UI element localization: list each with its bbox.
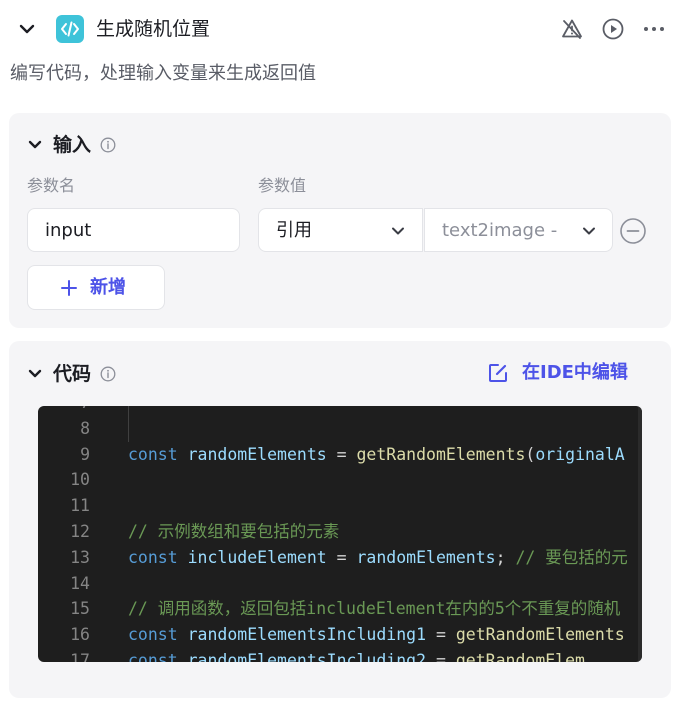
code-panel: 代码 在IDE中编辑 7 8 9 const randomElements = get… <box>9 341 671 698</box>
code-line[interactable]: 11 <box>38 493 642 519</box>
code-token: ( <box>525 444 536 464</box>
line-number: 11 <box>70 496 90 516</box>
line-number: 13 <box>70 547 90 567</box>
reference-value-select[interactable]: text2image - <box>424 208 613 252</box>
param-value-label: 参数值 <box>258 176 307 195</box>
code-line[interactable]: 14 <box>38 571 642 597</box>
input-section-title: 输入 <box>53 134 92 156</box>
line-code: const includeElement = randomElements; /… <box>128 545 628 571</box>
chevron-down-icon[interactable] <box>25 364 45 384</box>
code-line[interactable]: 8 <box>38 416 642 442</box>
code-token: = <box>426 651 456 662</box>
code-token: // 调用函数，返回包括includeElement在内的5个不重复的随机 <box>128 599 621 619</box>
line-number: 16 <box>70 625 90 645</box>
param-name-value: input <box>45 220 92 241</box>
code-icon <box>56 15 84 43</box>
code-line[interactable]: 13 const includeElement = randomElements;… <box>38 545 642 571</box>
code-token: const <box>128 651 178 662</box>
code-token: // 示例数组和要包括的元素 <box>128 522 340 541</box>
line-code: const randomElementsIncluding2 = getRand… <box>128 648 585 662</box>
chevron-down-icon[interactable] <box>16 18 38 40</box>
code-token: includeElement <box>187 547 327 567</box>
line-number: 8 <box>80 418 90 438</box>
node-header: 生成随机位置 <box>0 0 684 58</box>
param-name-input[interactable]: input <box>27 208 240 252</box>
chevron-down-icon <box>583 227 595 235</box>
chevron-down-icon[interactable] <box>25 135 45 155</box>
code-line[interactable]: 9 const randomElements = getRandomElement… <box>38 442 642 468</box>
code-token: ; <box>495 547 516 567</box>
code-token: = <box>326 547 357 567</box>
line-code: const randomElementsIncluding1 = getRand… <box>128 622 625 648</box>
code-section-title: 代码 <box>53 363 92 385</box>
code-token: getRandomElements <box>356 444 526 464</box>
param-name-label: 参数名 <box>27 176 76 195</box>
input-panel: 输入 参数名 参数值 input 引用 text2image - 新增 <box>9 113 671 328</box>
code-editor[interactable]: 7 8 9 const randomElements = getRandomEleme… <box>38 406 642 662</box>
code-token: randomElements <box>187 444 327 464</box>
more-icon[interactable] <box>642 17 666 41</box>
code-token: randomElements <box>356 547 496 567</box>
code-token: randomElementsIncluding2 <box>187 651 427 662</box>
edit-icon <box>489 364 507 382</box>
code-line[interactable]: 12 // 示例数组和要包括的元素 <box>38 519 642 545</box>
line-number: 7 <box>38 406 90 416</box>
line-code: // 调用函数，返回包括includeElement在内的5个不重复的随机 <box>128 596 620 622</box>
code-line[interactable]: 16 const randomElementsIncluding1 = getRa… <box>38 622 642 648</box>
code-token: const <box>128 547 178 567</box>
value-type-select[interactable]: 引用 <box>258 208 423 252</box>
remove-param-icon[interactable] <box>619 217 647 245</box>
code-token: const <box>128 625 178 645</box>
line-number: 12 <box>70 522 90 541</box>
info-icon[interactable] <box>100 366 116 382</box>
line-number: 15 <box>70 599 90 619</box>
code-token: randomElementsIncluding1 <box>187 625 427 645</box>
line-number: 10 <box>70 470 90 490</box>
plus-icon <box>61 280 77 296</box>
add-param-label: 新增 <box>90 277 126 298</box>
info-icon[interactable] <box>100 137 116 153</box>
code-line[interactable]: 17 const randomElementsIncluding2 = getRa… <box>38 648 642 662</box>
node-title[interactable]: 生成随机位置 <box>96 16 210 42</box>
code-line[interactable]: 7 <box>38 406 642 416</box>
edit-in-ide-button[interactable]: 在IDE中编辑 <box>487 361 647 387</box>
code-token: getRandomElements <box>455 625 625 645</box>
node-description: 编写代码，处理输入变量来生成返回值 <box>10 63 316 84</box>
code-line[interactable]: 15 // 调用函数，返回包括includeElement在内的5个不重复的随机 <box>38 596 642 622</box>
line-code: // 示例数组和要包括的元素 <box>128 519 339 545</box>
code-token: = <box>426 625 456 645</box>
code-token: getRandomElem <box>455 651 585 662</box>
line-number: 17 <box>70 651 90 662</box>
code-line[interactable]: 10 <box>38 467 642 493</box>
edit-in-ide-label: 在IDE中编辑 <box>522 362 628 383</box>
code-token: const <box>128 444 178 464</box>
warning-off-icon[interactable] <box>560 17 584 41</box>
reference-value-text: text2image - <box>442 220 558 241</box>
line-number: 14 <box>70 573 90 593</box>
play-icon[interactable] <box>601 17 625 41</box>
add-param-button[interactable]: 新增 <box>27 265 165 310</box>
line-code: const randomElements = getRandomElements… <box>128 442 625 468</box>
value-type-text: 引用 <box>276 220 312 241</box>
code-token: // 要包括的元 <box>515 547 628 567</box>
code-token: originalA <box>535 444 625 464</box>
chevron-down-icon <box>392 227 404 235</box>
line-number: 9 <box>80 444 90 464</box>
code-token: = <box>326 444 357 464</box>
